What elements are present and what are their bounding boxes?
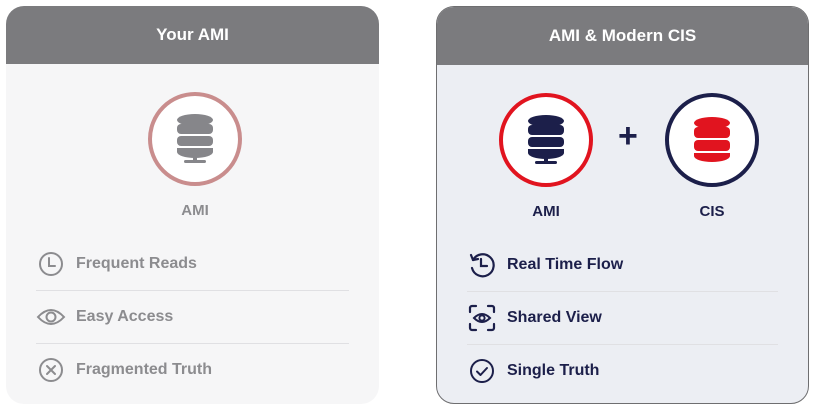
item-label: Shared View: [507, 309, 602, 326]
item-label: Real Time Flow: [507, 256, 624, 273]
card-title: AMI & Modern CIS: [548, 26, 697, 45]
item-label: Frequent Reads: [76, 255, 197, 272]
database-server-icon: [528, 115, 564, 164]
plus-sign: +: [618, 117, 638, 155]
clock-refresh-icon: [467, 250, 497, 280]
item-label: Single Truth: [507, 362, 600, 379]
left-feature-list: Frequent Reads Easy Access Fragmented Tr…: [36, 238, 349, 396]
focus-eye-icon: [467, 303, 497, 333]
card-title: Your AMI: [156, 25, 229, 44]
cis-label: CIS: [699, 203, 725, 220]
list-item: Real Time Flow: [467, 239, 778, 292]
x-circle-icon: [36, 355, 66, 385]
ami-cis-icon-zone: + AMI CIS: [437, 65, 808, 235]
ami-label: AMI: [181, 202, 209, 219]
database-server-icon: [177, 114, 213, 163]
clock-icon: [36, 249, 66, 279]
cis-circle: [665, 93, 759, 187]
list-item: Easy Access: [36, 291, 349, 344]
ami-circle: [148, 92, 242, 186]
list-item: Fragmented Truth: [36, 344, 349, 396]
item-label: Fragmented Truth: [76, 361, 213, 378]
your-ami-card: Your AMI AMI Frequent Reads Easy Access …: [6, 6, 379, 404]
ami-modern-cis-card: AMI & Modern CIS + AMI CIS Real Time Flo…: [436, 6, 809, 404]
item-label: Easy Access: [76, 308, 174, 325]
database-icon: [694, 117, 730, 162]
ami-icon-zone: AMI: [6, 64, 379, 234]
card-header: AMI & Modern CIS: [437, 7, 808, 65]
list-item: Shared View: [467, 292, 778, 345]
eye-icon: [36, 302, 66, 332]
ami-label: AMI: [532, 203, 560, 220]
ami-circle: [499, 93, 593, 187]
check-circle-icon: [467, 356, 497, 386]
list-item: Single Truth: [467, 345, 778, 397]
list-item: Frequent Reads: [36, 238, 349, 291]
card-header: Your AMI: [6, 6, 379, 64]
right-feature-list: Real Time Flow Shared View Single Truth: [467, 239, 778, 397]
